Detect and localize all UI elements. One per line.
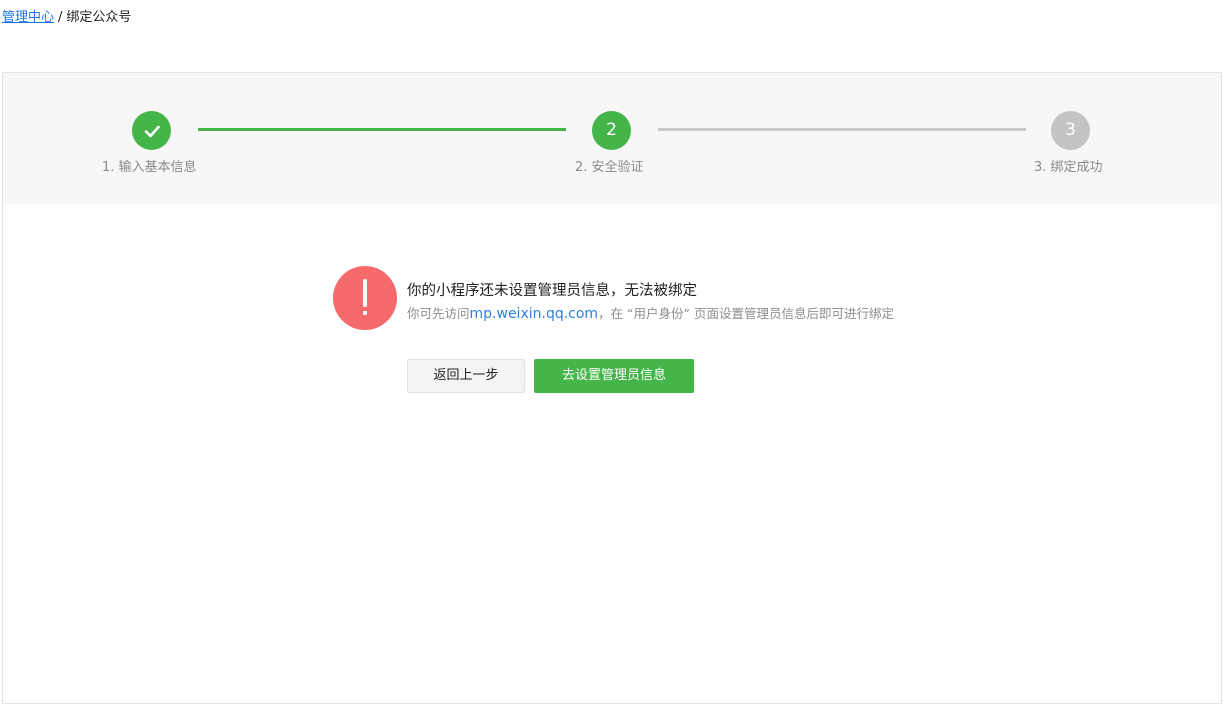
step-3-number: 3 <box>1065 120 1076 140</box>
error-title: 你的小程序还未设置管理员信息，无法被绑定 <box>407 283 697 299</box>
step-connector-1 <box>198 128 566 131</box>
error-description: 你可先访问mp.weixin.qq.com，在 “用户身份” 页面设置管理员信息… <box>407 305 894 323</box>
step-indicator: 1. 输入基本信息 2 2. 安全验证 3 3. 绑定成功 <box>3 73 1221 204</box>
breadcrumb-link-admin-center[interactable]: 管理中心 <box>2 10 54 25</box>
step-connector-2 <box>658 128 1026 131</box>
step-2-label: 2. 安全验证 <box>575 160 644 175</box>
exclamation-bar <box>363 279 367 307</box>
step-1-circle <box>132 111 171 150</box>
check-icon <box>144 125 160 137</box>
error-desc-suffix: ，在 “用户身份” 页面设置管理员信息后即可进行绑定 <box>598 306 894 321</box>
breadcrumb: 管理中心 / 绑定公众号 <box>2 9 131 27</box>
exclamation-dot <box>363 311 367 315</box>
error-desc-prefix: 你可先访问 <box>407 306 470 321</box>
breadcrumb-current: 绑定公众号 <box>66 10 132 25</box>
bind-panel: 1. 输入基本信息 2 2. 安全验证 3 3. 绑定成功 你的小程序还未设置管… <box>2 72 1222 704</box>
step-2-circle: 2 <box>592 111 631 150</box>
breadcrumb-separator: / <box>58 10 63 25</box>
back-button[interactable]: 返回上一步 <box>407 359 525 393</box>
step-3-label: 3. 绑定成功 <box>1034 160 1103 175</box>
mp-weixin-link[interactable]: mp.weixin.qq.com <box>470 306 599 322</box>
step-3-circle: 3 <box>1051 111 1090 150</box>
setup-admin-button[interactable]: 去设置管理员信息 <box>534 359 694 393</box>
step-1-label: 1. 输入基本信息 <box>102 160 197 175</box>
exclamation-icon <box>333 266 397 330</box>
step-2-number: 2 <box>606 120 617 140</box>
